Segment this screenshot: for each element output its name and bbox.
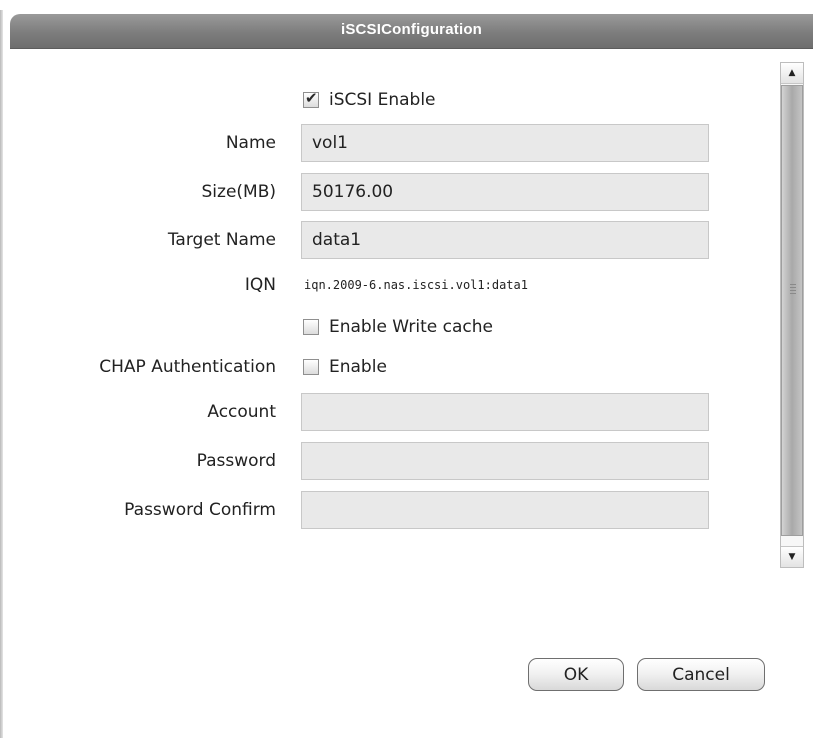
dialog-title: iSCSIConfiguration: [340, 21, 483, 38]
password-field[interactable]: [301, 442, 709, 480]
ok-button[interactable]: OK: [528, 658, 624, 691]
name-label-wrap: Name: [0, 123, 276, 163]
iscsi-enable-checkbox[interactable]: [303, 89, 319, 108]
arrow-up-icon[interactable]: ▲: [781, 63, 803, 84]
write-cache-row: Enable Write cache: [303, 314, 493, 340]
dialog-titlebar[interactable]: iSCSIConfiguration: [10, 14, 813, 49]
name-field[interactable]: [301, 124, 709, 162]
account-label: Account: [207, 402, 276, 422]
password-label-wrap: Password: [0, 441, 276, 481]
size-label-wrap: Size(MB): [0, 172, 277, 212]
chap-label: CHAP Authentication: [99, 357, 276, 377]
cancel-button[interactable]: Cancel: [637, 658, 765, 691]
iscsi-enable-label: iSCSI Enable: [329, 90, 436, 110]
iqn-value: iqn.2009-6.nas.iscsi.vol1:data1: [304, 278, 528, 292]
chap-enable-label: Enable: [329, 357, 387, 377]
arrow-down-icon[interactable]: ▼: [781, 546, 803, 567]
password-confirm-label-wrap: Password Confirm: [0, 490, 276, 530]
chap-enable-checkbox[interactable]: [303, 359, 319, 375]
account-label-wrap: Account: [0, 392, 276, 432]
password-confirm-label: Password Confirm: [124, 500, 276, 520]
chap-enable-row: Enable: [303, 354, 387, 380]
scrollbar-thumb[interactable]: [781, 85, 803, 536]
size-label: Size(MB): [201, 182, 277, 202]
name-label: Name: [225, 133, 276, 153]
password-confirm-field[interactable]: [301, 491, 709, 529]
target-name-label-wrap: Target Name: [0, 220, 276, 260]
account-field[interactable]: [301, 393, 709, 431]
iqn-label-wrap: IQN: [0, 265, 276, 305]
form-scrollbar[interactable]: ▲ ▼: [780, 62, 804, 568]
size-field[interactable]: [301, 173, 709, 211]
write-cache-checkbox[interactable]: [303, 319, 319, 335]
target-name-field[interactable]: [301, 221, 709, 259]
chap-label-wrap: CHAP Authentication: [0, 347, 276, 387]
iqn-label: IQN: [244, 275, 276, 295]
password-label: Password: [196, 451, 276, 471]
grip-icon: [790, 284, 796, 296]
target-name-label: Target Name: [167, 230, 276, 250]
iscsi-enable-row: iSCSI Enable: [303, 87, 436, 113]
write-cache-label: Enable Write cache: [329, 317, 493, 337]
iscsi-configuration-dialog: iSCSIConfiguration iSCSI Enable Name Siz…: [0, 0, 813, 738]
